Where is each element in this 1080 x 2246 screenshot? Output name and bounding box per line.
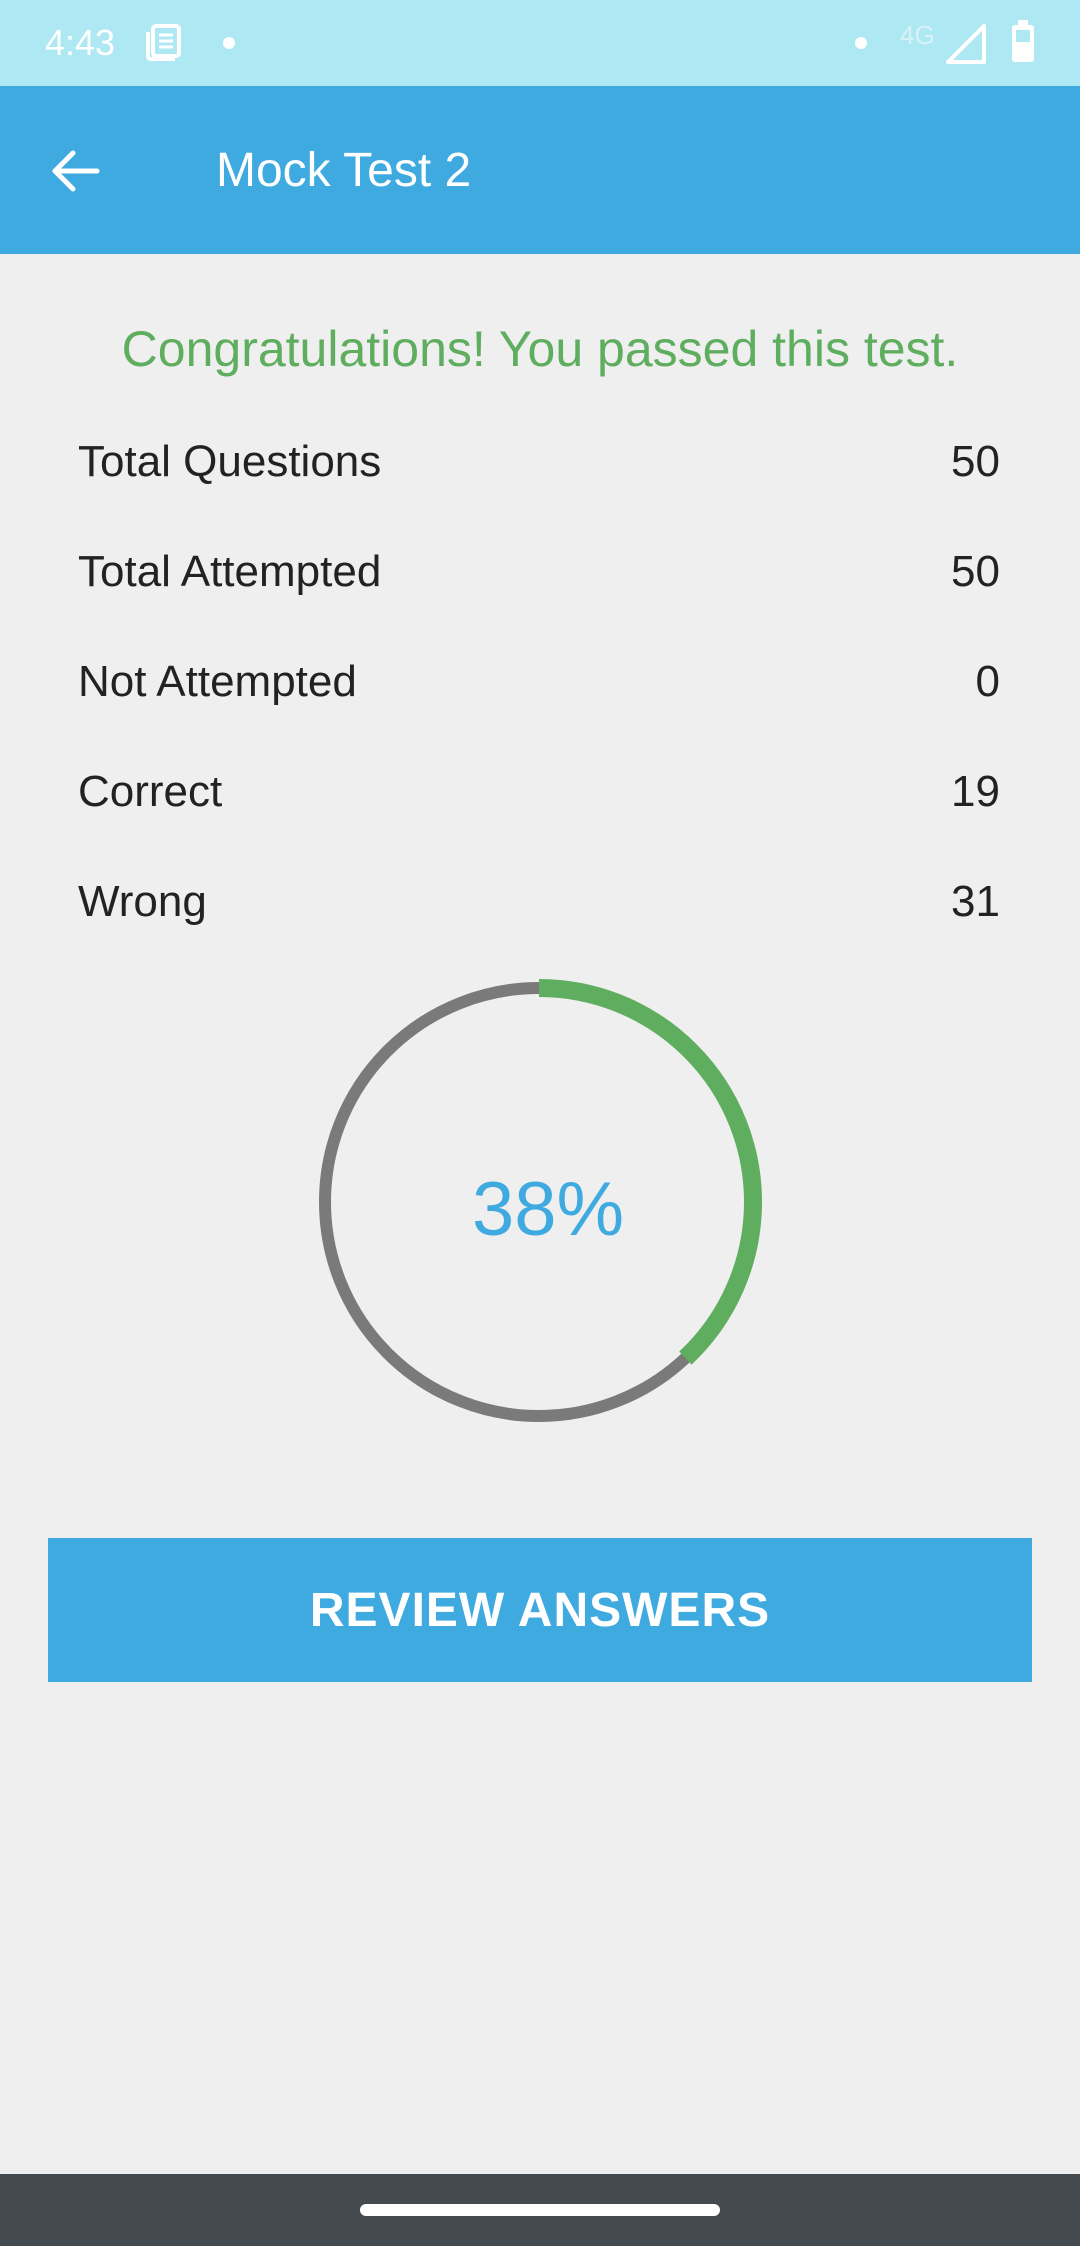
review-answers-button[interactable]: REVIEW ANSWERS [48, 1538, 1032, 1682]
network-type: 4G [900, 20, 935, 50]
battery-icon [1012, 20, 1034, 62]
stat-value: 50 [951, 437, 1000, 486]
stat-row-total-questions: Total Questions 50 [78, 432, 1000, 542]
navigation-bar [0, 2174, 1080, 2246]
stat-value: 19 [951, 767, 1000, 816]
stat-value: 50 [951, 547, 1000, 596]
stat-label: Total Questions [78, 437, 382, 486]
stat-row-total-attempted: Total Attempted 50 [78, 542, 1000, 652]
stat-label: Wrong [78, 877, 207, 926]
stat-label: Not Attempted [78, 657, 357, 706]
stat-label: Total Attempted [78, 547, 382, 596]
status-bar: 4:43 4G [0, 0, 1080, 86]
stat-row-correct: Correct 19 [78, 762, 1000, 872]
score-percent: 38% [471, 1167, 625, 1252]
stats-list: Total Questions 50 Total Attempted 50 No… [78, 432, 1000, 982]
arrow-left-icon [52, 150, 100, 192]
back-button[interactable] [40, 136, 110, 206]
stat-value: 31 [951, 877, 1000, 926]
signal-icon [946, 24, 986, 64]
home-indicator[interactable] [360, 2204, 720, 2216]
page-title: Mock Test 2 [216, 144, 472, 197]
stat-value: 0 [975, 657, 1000, 706]
news-icon [146, 24, 181, 61]
stat-row-wrong: Wrong 31 [78, 872, 1000, 982]
status-time: 4:43 [45, 22, 116, 63]
status-dot-icon [855, 37, 867, 49]
stat-row-not-attempted: Not Attempted 0 [78, 652, 1000, 762]
stat-label: Correct [78, 767, 223, 816]
notification-dot-icon [223, 37, 235, 49]
app-bar: Mock Test 2 [0, 86, 1080, 254]
result-message: Congratulations! You passed this test. [121, 321, 959, 377]
